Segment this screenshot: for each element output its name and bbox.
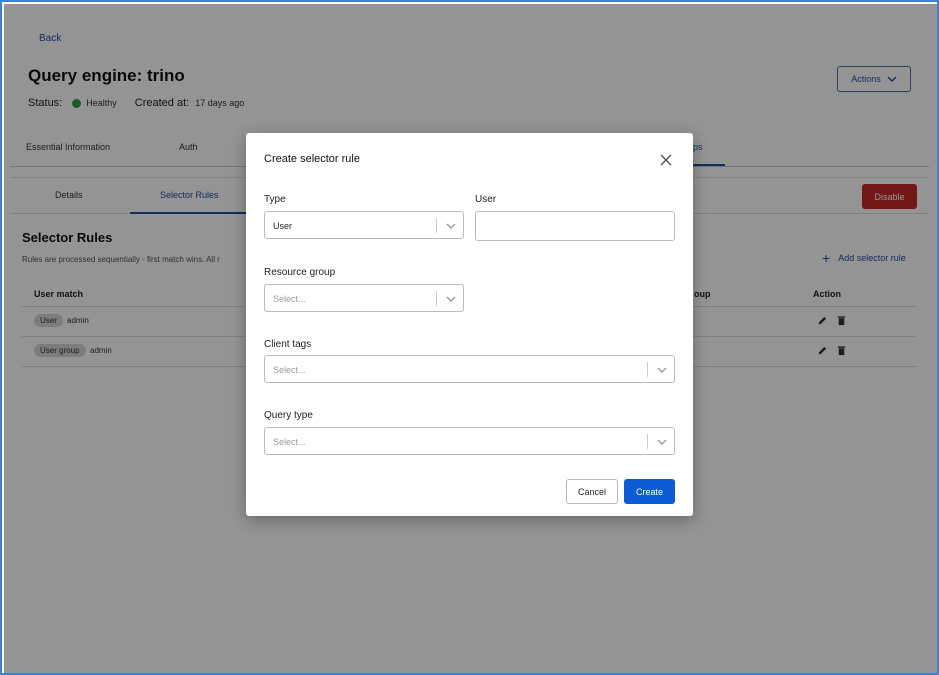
- type-selected-value: User: [273, 221, 293, 231]
- client-tags-placeholder: Select...: [273, 365, 306, 375]
- select-separator: [647, 362, 648, 377]
- type-label: Type: [264, 194, 286, 205]
- resource-group-select[interactable]: Select...: [264, 284, 464, 312]
- user-input[interactable]: [475, 211, 675, 241]
- cancel-button[interactable]: Cancel: [566, 479, 618, 504]
- select-separator: [647, 434, 648, 449]
- app-frame: Back Query engine: trino Status: Healthy…: [0, 0, 939, 675]
- chevron-down-icon: [657, 367, 667, 373]
- query-type-placeholder: Select...: [273, 437, 306, 447]
- client-tags-label: Client tags: [264, 339, 312, 350]
- chevron-down-icon: [446, 296, 456, 302]
- resource-group-placeholder: Select...: [273, 294, 306, 304]
- close-icon[interactable]: [659, 153, 673, 167]
- resource-group-label: Resource group: [264, 267, 336, 278]
- client-tags-select[interactable]: Select...: [264, 355, 675, 383]
- query-type-select[interactable]: Select...: [264, 427, 675, 455]
- create-button[interactable]: Create: [624, 479, 675, 504]
- select-separator: [436, 291, 437, 306]
- type-select[interactable]: User: [264, 211, 464, 239]
- select-separator: [436, 218, 437, 233]
- chevron-down-icon: [657, 439, 667, 445]
- user-label: User: [475, 194, 497, 205]
- query-type-label: Query type: [264, 410, 313, 421]
- chevron-down-icon: [446, 223, 456, 229]
- create-selector-rule-dialog: Create selector rule Type User User Reso…: [246, 133, 693, 516]
- dialog-title: Create selector rule: [264, 153, 360, 165]
